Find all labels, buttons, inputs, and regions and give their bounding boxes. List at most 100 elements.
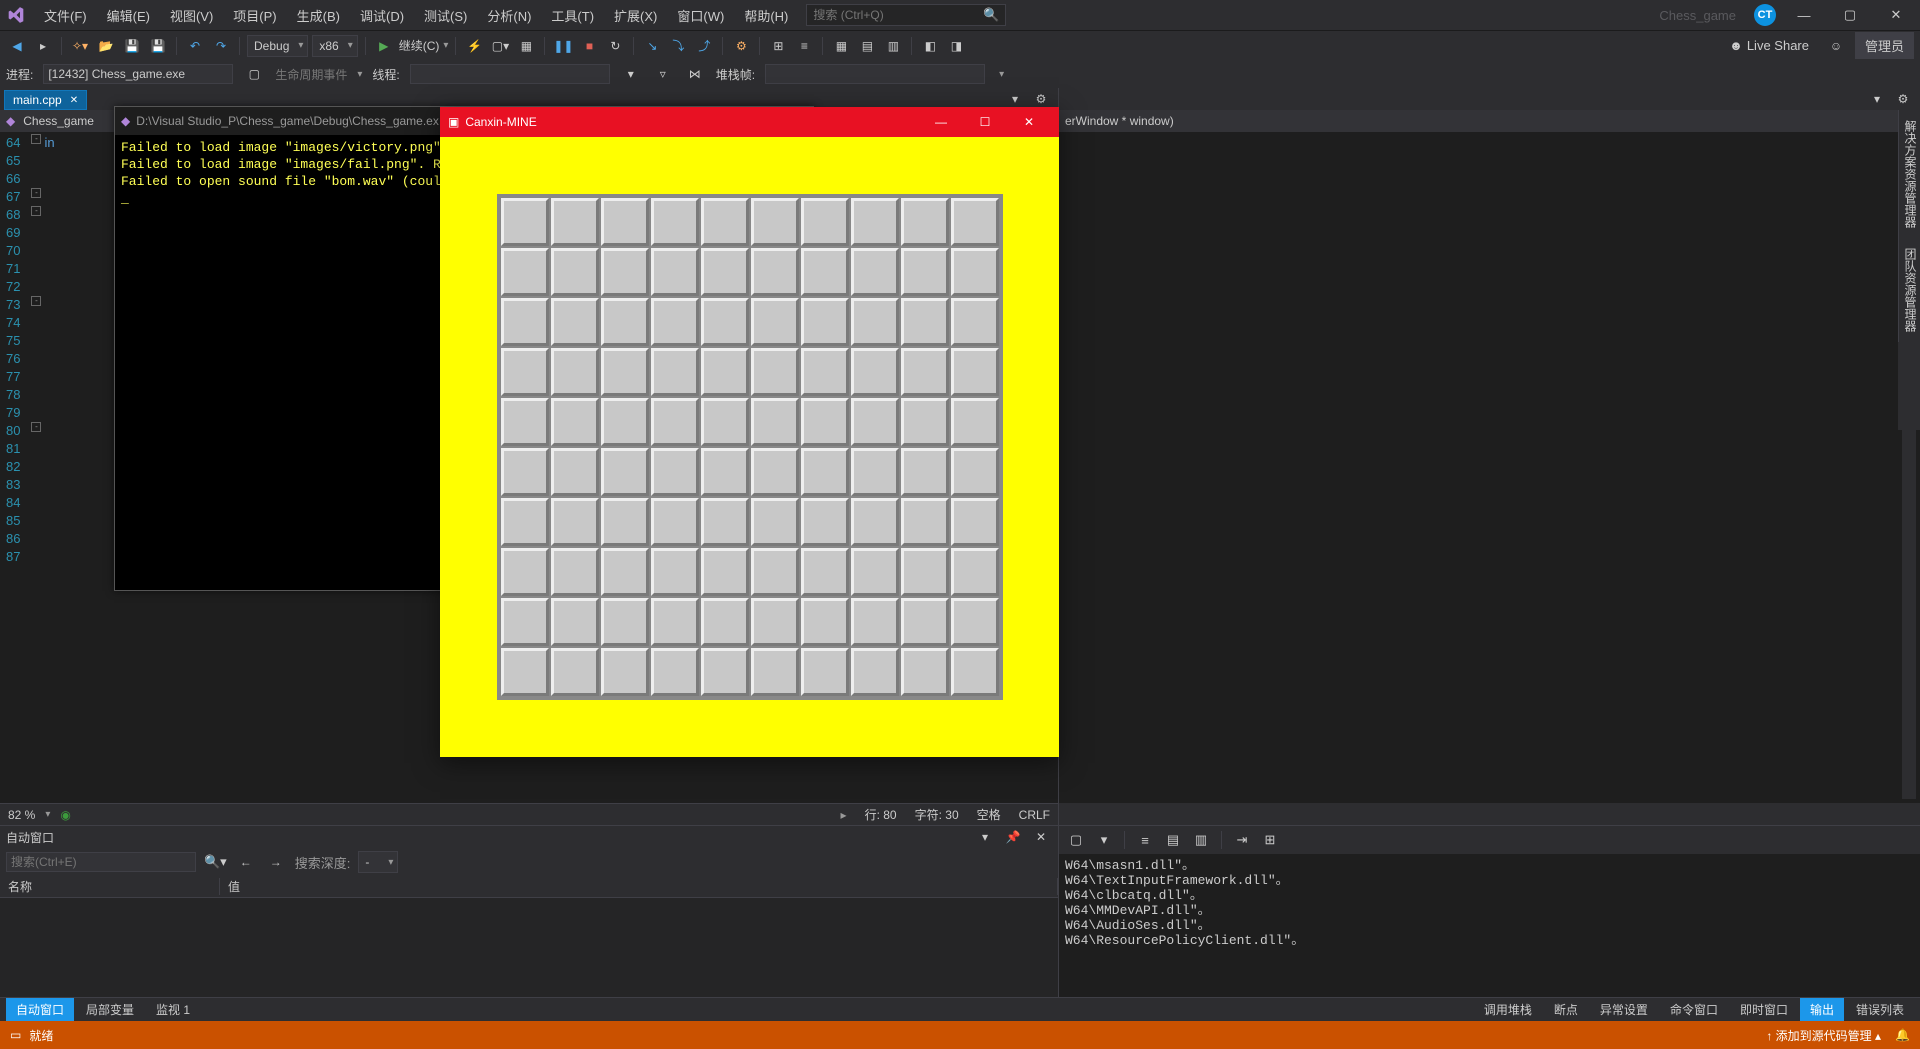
menu-window[interactable]: 窗口(W) xyxy=(669,2,732,29)
autos-search-input[interactable] xyxy=(6,852,196,872)
undo-icon[interactable]: ↶ xyxy=(184,35,206,57)
indent-mode[interactable]: 空格 xyxy=(977,806,1001,823)
mine-cell[interactable] xyxy=(551,198,599,246)
restart-icon[interactable]: ↻ xyxy=(604,35,626,57)
mine-cell[interactable] xyxy=(901,448,949,496)
mine-cell[interactable] xyxy=(951,398,999,446)
right-editor-body[interactable] xyxy=(1059,132,1920,803)
btab-breakpoints[interactable]: 断点 xyxy=(1544,998,1588,1021)
fold-gutter[interactable]: - - - - - xyxy=(30,132,44,803)
mine-cell[interactable] xyxy=(851,298,899,346)
mine-cell[interactable] xyxy=(601,498,649,546)
mine-cell[interactable] xyxy=(751,448,799,496)
btab-output[interactable]: 输出 xyxy=(1800,998,1844,1021)
mine-cell[interactable] xyxy=(501,248,549,296)
mine-cell[interactable] xyxy=(501,348,549,396)
mine-cell[interactable] xyxy=(501,598,549,646)
feedback-icon[interactable]: ☺ xyxy=(1825,35,1847,57)
t5-icon[interactable]: ▤ xyxy=(856,35,878,57)
mine-cell[interactable] xyxy=(601,198,649,246)
mine-cell[interactable] xyxy=(601,398,649,446)
mine-cell[interactable] xyxy=(851,498,899,546)
mine-cell[interactable] xyxy=(701,398,749,446)
btab-immediate[interactable]: 即时窗口 xyxy=(1730,998,1798,1021)
mine-cell[interactable] xyxy=(951,348,999,396)
mine-cell[interactable] xyxy=(551,498,599,546)
mine-cell[interactable] xyxy=(951,298,999,346)
mine-cell[interactable] xyxy=(801,598,849,646)
t3-icon[interactable]: ≡ xyxy=(793,35,815,57)
mine-cell[interactable] xyxy=(951,198,999,246)
t1-icon[interactable]: ⚙ xyxy=(730,35,752,57)
mine-cell[interactable] xyxy=(751,498,799,546)
step-over-icon[interactable]: ⤵ xyxy=(667,35,689,57)
nav-fwd-icon[interactable]: ▸ xyxy=(32,35,54,57)
mine-cell[interactable] xyxy=(801,448,849,496)
mine-cell[interactable] xyxy=(551,448,599,496)
continue-label[interactable]: 继续(C) xyxy=(399,37,440,54)
tab-main-cpp[interactable]: main.cpp ✕ xyxy=(4,90,87,110)
stackframe-combo[interactable] xyxy=(765,64,985,84)
mine-cell[interactable] xyxy=(701,298,749,346)
f1-icon[interactable]: ▾ xyxy=(620,63,642,85)
search-fwd-icon[interactable]: → xyxy=(265,851,287,873)
step-out-icon[interactable]: ⤴ xyxy=(693,35,715,57)
step-into-icon[interactable]: ↘ xyxy=(641,35,663,57)
mine-cell[interactable] xyxy=(851,348,899,396)
game-minimize-icon[interactable]: — xyxy=(919,107,963,137)
mine-cell[interactable] xyxy=(701,248,749,296)
mine-cell[interactable] xyxy=(601,598,649,646)
game-titlebar[interactable]: ▣ Canxin-MINE — ☐ ✕ xyxy=(440,107,1059,137)
t7-icon[interactable]: ◧ xyxy=(919,35,941,57)
btab-locals[interactable]: 局部变量 xyxy=(76,998,144,1021)
save-icon[interactable]: 💾 xyxy=(121,35,143,57)
mine-cell[interactable] xyxy=(651,248,699,296)
mine-cell[interactable] xyxy=(751,198,799,246)
r-tab-dropdown-icon[interactable]: ▾ xyxy=(1866,88,1888,110)
mine-cell[interactable] xyxy=(551,348,599,396)
mine-cell[interactable] xyxy=(851,598,899,646)
stop-icon[interactable]: ■ xyxy=(578,35,600,57)
out-b-icon[interactable]: ▾ xyxy=(1093,829,1115,851)
mine-cell[interactable] xyxy=(501,648,549,696)
open-icon[interactable]: 📂 xyxy=(95,35,117,57)
save-all-icon[interactable]: 💾 xyxy=(147,35,169,57)
mine-cell[interactable] xyxy=(651,448,699,496)
btab-exceptions[interactable]: 异常设置 xyxy=(1590,998,1658,1021)
t2-icon[interactable]: ⊞ xyxy=(767,35,789,57)
mine-cell[interactable] xyxy=(651,648,699,696)
mine-cell[interactable] xyxy=(601,298,649,346)
menu-view[interactable]: 视图(V) xyxy=(162,2,221,29)
mine-cell[interactable] xyxy=(601,348,649,396)
window-restore-icon[interactable]: ▢ xyxy=(1832,1,1868,29)
mine-cell[interactable] xyxy=(751,648,799,696)
mine-cell[interactable] xyxy=(551,298,599,346)
mine-cell[interactable] xyxy=(951,248,999,296)
mine-cell[interactable] xyxy=(501,298,549,346)
mine-grid[interactable] xyxy=(497,194,1003,700)
mine-cell[interactable] xyxy=(851,198,899,246)
mine-cell[interactable] xyxy=(901,248,949,296)
col-value[interactable]: 值 xyxy=(220,878,1058,895)
mine-cell[interactable] xyxy=(951,548,999,596)
menu-tools[interactable]: 工具(T) xyxy=(543,2,602,29)
mine-cell[interactable] xyxy=(751,348,799,396)
mine-cell[interactable] xyxy=(701,598,749,646)
menu-build[interactable]: 生成(B) xyxy=(289,2,348,29)
mine-cell[interactable] xyxy=(801,198,849,246)
f2-icon[interactable]: ▿ xyxy=(652,63,674,85)
menu-test[interactable]: 测试(S) xyxy=(416,2,475,29)
mine-cell[interactable] xyxy=(901,498,949,546)
mine-cell[interactable] xyxy=(851,648,899,696)
mine-cell[interactable] xyxy=(701,448,749,496)
mine-cell[interactable] xyxy=(801,398,849,446)
mine-cell[interactable] xyxy=(851,398,899,446)
game-window[interactable]: ▣ Canxin-MINE — ☐ ✕ xyxy=(440,107,1059,757)
out-a-icon[interactable]: ▢ xyxy=(1065,829,1087,851)
vtab-team-explorer[interactable]: 团队资源管理器 xyxy=(1898,238,1920,342)
mine-cell[interactable] xyxy=(851,448,899,496)
mine-cell[interactable] xyxy=(501,198,549,246)
pause-icon[interactable]: ❚❚ xyxy=(552,35,574,57)
panel-dropdown-icon[interactable]: ▾ xyxy=(974,826,996,848)
zoom-level[interactable]: 82 % xyxy=(8,808,35,822)
